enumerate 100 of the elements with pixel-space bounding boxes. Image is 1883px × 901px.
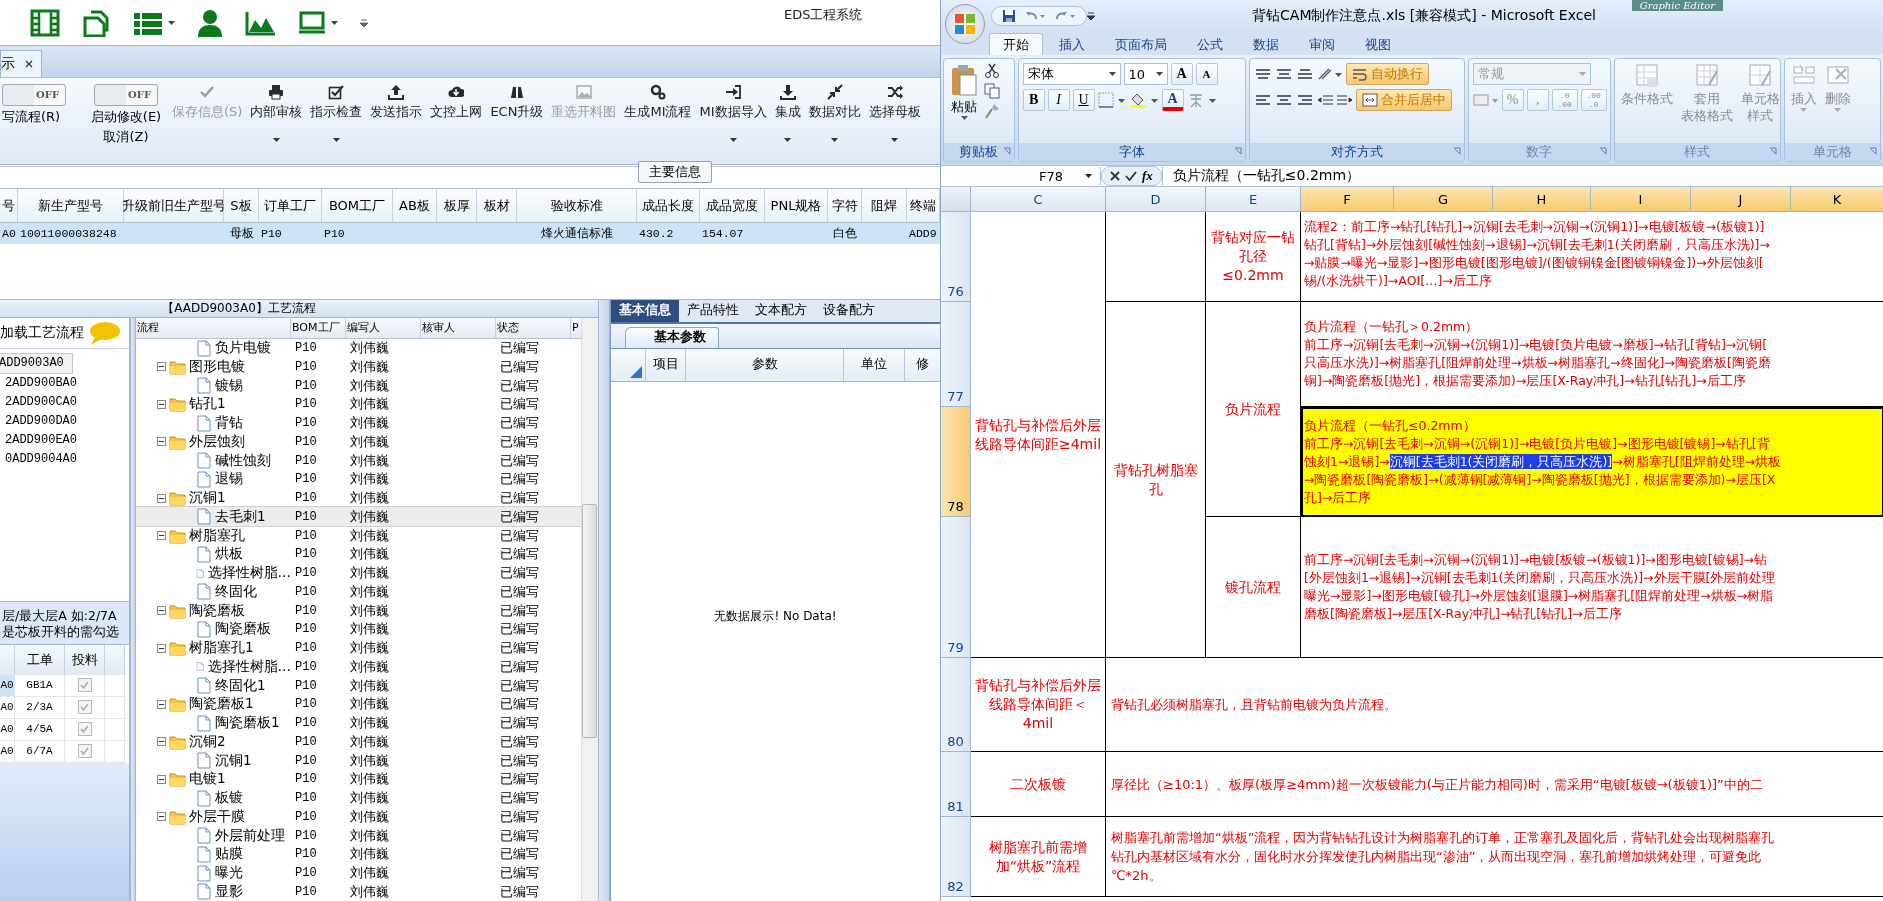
font-size-field[interactable]: 10 bbox=[1123, 63, 1168, 85]
column-header[interactable]: 成品宽度 bbox=[700, 189, 765, 224]
column-header[interactable]: 新生产型号 bbox=[18, 189, 124, 224]
tree-item[interactable]: 选择性树脂… bbox=[207, 564, 291, 583]
tree-item[interactable]: 负片电镀 bbox=[215, 339, 271, 358]
column-header[interactable]: F bbox=[1301, 187, 1394, 212]
column-header[interactable]: 验收标准 bbox=[517, 189, 637, 224]
collapse-icon[interactable] bbox=[157, 606, 166, 616]
tab[interactable]: 设备配方 bbox=[815, 300, 883, 322]
cancel-icon[interactable] bbox=[1110, 171, 1120, 181]
film-icon[interactable] bbox=[30, 8, 60, 37]
column-header[interactable]: 流程 bbox=[136, 318, 291, 338]
ribbon-tab[interactable]: 插入 bbox=[1045, 33, 1099, 55]
toolbar-button[interactable]: 文控上网 bbox=[426, 83, 487, 121]
column-header[interactable]: 阻焊 bbox=[862, 189, 907, 224]
tab[interactable]: 基本参数 bbox=[625, 327, 719, 348]
italic-button[interactable]: I bbox=[1047, 89, 1070, 111]
tree-item[interactable]: 图形电镀 bbox=[189, 357, 245, 376]
column-header[interactable]: 状态 bbox=[496, 318, 571, 338]
toolbar-button[interactable]: 集成 bbox=[770, 83, 805, 142]
tree-item[interactable]: 沉铜1 bbox=[215, 751, 252, 770]
column-header[interactable]: E bbox=[1206, 187, 1301, 212]
list-item[interactable]: 2ADD900BA0 bbox=[0, 374, 129, 393]
tree-item[interactable]: 陶瓷磨板1 bbox=[189, 695, 254, 714]
column-header[interactable]: G bbox=[1394, 187, 1493, 212]
toggle-switch[interactable]: OFF bbox=[94, 83, 158, 106]
grow-font-button[interactable]: A bbox=[1170, 63, 1193, 85]
toolbar-button[interactable]: MI数据导入 bbox=[695, 83, 771, 142]
align-center-icon[interactable] bbox=[1275, 93, 1294, 107]
column-header[interactable]: S板 bbox=[224, 189, 259, 224]
paste-button[interactable]: 粘贴 bbox=[948, 63, 980, 139]
indent-icon[interactable] bbox=[1317, 93, 1354, 107]
tree-item[interactable]: 去毛刺1 bbox=[215, 507, 266, 526]
tree-item[interactable]: 外层前处理 bbox=[215, 826, 285, 845]
scrollbar[interactable] bbox=[581, 318, 598, 901]
undo-icon[interactable] bbox=[1024, 10, 1046, 22]
row-header[interactable]: 80 bbox=[941, 658, 971, 752]
collapse-icon[interactable] bbox=[157, 399, 166, 409]
row-header[interactable]: 76 bbox=[941, 212, 971, 302]
sheet-cell[interactable]: 背钻孔必须树脂塞孔，且背钻前电镀为负片流程。 bbox=[1106, 658, 1883, 752]
align-left-icon[interactable] bbox=[1254, 93, 1273, 107]
toolbar-button[interactable]: 发送指示 bbox=[366, 83, 427, 121]
sheet-cell[interactable]: 背钻孔与补偿后外层线路导体间距＜4mil bbox=[971, 658, 1106, 752]
sheet-cell[interactable]: 二次板镀 bbox=[971, 752, 1106, 817]
align-middle-icon[interactable] bbox=[1275, 67, 1294, 81]
tree-item[interactable]: 外层蚀刻 bbox=[189, 432, 245, 451]
toggle-switch[interactable]: OFF bbox=[2, 83, 66, 106]
row-header[interactable]: 79 bbox=[941, 517, 971, 658]
fill-color-icon[interactable] bbox=[1128, 92, 1159, 108]
column-header[interactable]: 参数 bbox=[686, 349, 844, 381]
column-header[interactable]: PNL规格 bbox=[765, 189, 828, 224]
ribbon-tab[interactable]: 审阅 bbox=[1295, 33, 1349, 55]
font-name-field[interactable]: 宋体 bbox=[1022, 63, 1121, 85]
checkbox[interactable] bbox=[77, 744, 92, 759]
toolbar-button[interactable]: 生成MI流程 bbox=[620, 83, 696, 121]
monitor-icon[interactable] bbox=[299, 10, 325, 35]
toolbar-button[interactable]: ECN升级 bbox=[486, 83, 548, 121]
tree-item[interactable]: 陶瓷磨板 bbox=[189, 601, 245, 620]
column-header[interactable]: 工单 bbox=[15, 645, 65, 675]
collapse-icon[interactable] bbox=[157, 774, 166, 784]
redo-icon[interactable] bbox=[1054, 10, 1076, 22]
column-header[interactable]: K bbox=[1791, 187, 1883, 212]
column-header[interactable]: 终端 bbox=[907, 189, 940, 224]
dialog-launcher-icon[interactable] bbox=[1234, 147, 1243, 155]
office-button[interactable] bbox=[945, 4, 985, 44]
tree-item[interactable]: 终固化 bbox=[215, 582, 257, 601]
ribbon-tab[interactable]: 公式 bbox=[1183, 33, 1237, 55]
collapse-icon[interactable] bbox=[157, 812, 166, 822]
insert-function-button[interactable]: fx bbox=[1142, 168, 1153, 184]
collapse-icon[interactable] bbox=[157, 737, 166, 747]
sheet-cell[interactable]: 树脂塞孔前需增加“烘板”流程 bbox=[971, 817, 1106, 897]
sheet-cell[interactable]: 树脂塞孔前需增加“烘板”流程，因为背钻钻孔设计为树脂塞孔的订单，正常塞孔及固化后，背钻孔处会出现树脂塞孔 钻孔内基材区域有水分，固化时水分挥发使孔内树脂出现“渗油”，从而出现空洞，塞孔前增加烘烤处理，可避免此 ℃*2h。 bbox=[1106, 817, 1883, 897]
tree-item[interactable]: 电镀1 bbox=[189, 770, 226, 789]
tree-item[interactable]: 沉铜2 bbox=[189, 732, 226, 751]
tree-item[interactable]: 外层干膜 bbox=[189, 807, 245, 826]
tree-item[interactable]: 显影 bbox=[215, 882, 243, 901]
ribbon-tab[interactable]: 数据 bbox=[1239, 33, 1293, 55]
list-item[interactable]: 2ADD900CA0 bbox=[0, 393, 129, 412]
align-right-icon[interactable] bbox=[1296, 93, 1315, 107]
tree-item[interactable]: 板镀 bbox=[215, 789, 243, 808]
sheet-cell[interactable]: 厚径比（≥10:1）、板厚(板厚≥4mm)超一次板镀能力(与正片能力相同)时，需采用“电镀[板镀→(板镀1)]”中的二 bbox=[1106, 752, 1883, 817]
underline-button[interactable]: U bbox=[1072, 89, 1095, 111]
sheet-cell[interactable]: 背钻孔与补偿后外层线路导体间距≥4mil bbox=[971, 212, 1106, 658]
column-header[interactable]: AB板 bbox=[393, 189, 437, 224]
name-box[interactable]: F78 bbox=[941, 167, 1101, 185]
tree-item[interactable]: 镀锡 bbox=[215, 376, 243, 395]
tree-item[interactable]: 树脂塞孔1 bbox=[189, 639, 254, 658]
column-header[interactable]: 字符 bbox=[828, 189, 862, 224]
tree-item[interactable]: 终固化1 bbox=[215, 676, 266, 695]
align-top-icon[interactable] bbox=[1254, 67, 1273, 81]
sheet-cell[interactable] bbox=[1106, 212, 1206, 302]
column-header[interactable]: 升级前旧生产型号 bbox=[124, 189, 224, 224]
scissors-icon[interactable] bbox=[984, 63, 1000, 79]
text-orientation-icon[interactable] bbox=[1317, 67, 1344, 81]
sheet-cell[interactable]: 前工序→沉铜[去毛刺→沉铜→(沉铜1)]→电镀[板镀→(板镀1)]→图形电镀[镀锡]→钻 [外层蚀刻1→退锡]→沉铜[去毛刺1(关闭磨刷，只高压水洗)]→外层干膜[外层前处理 曝光→显影]→图形电镀[镀孔]→外层蚀刻[退膜]→树脂塞孔[阻焊前处理→烘板→树脂 磨板[陶瓷磨板]→层压[X-Ray冲孔]→钻孔[钻孔]→后工序 bbox=[1301, 517, 1883, 658]
column-header[interactable]: 成品长度 bbox=[637, 189, 700, 224]
collapse-icon[interactable] bbox=[157, 643, 166, 653]
row-header[interactable]: 78 bbox=[941, 407, 971, 517]
tree-item[interactable]: 钻孔1 bbox=[189, 395, 226, 414]
dialog-launcher-icon[interactable] bbox=[1452, 147, 1461, 155]
